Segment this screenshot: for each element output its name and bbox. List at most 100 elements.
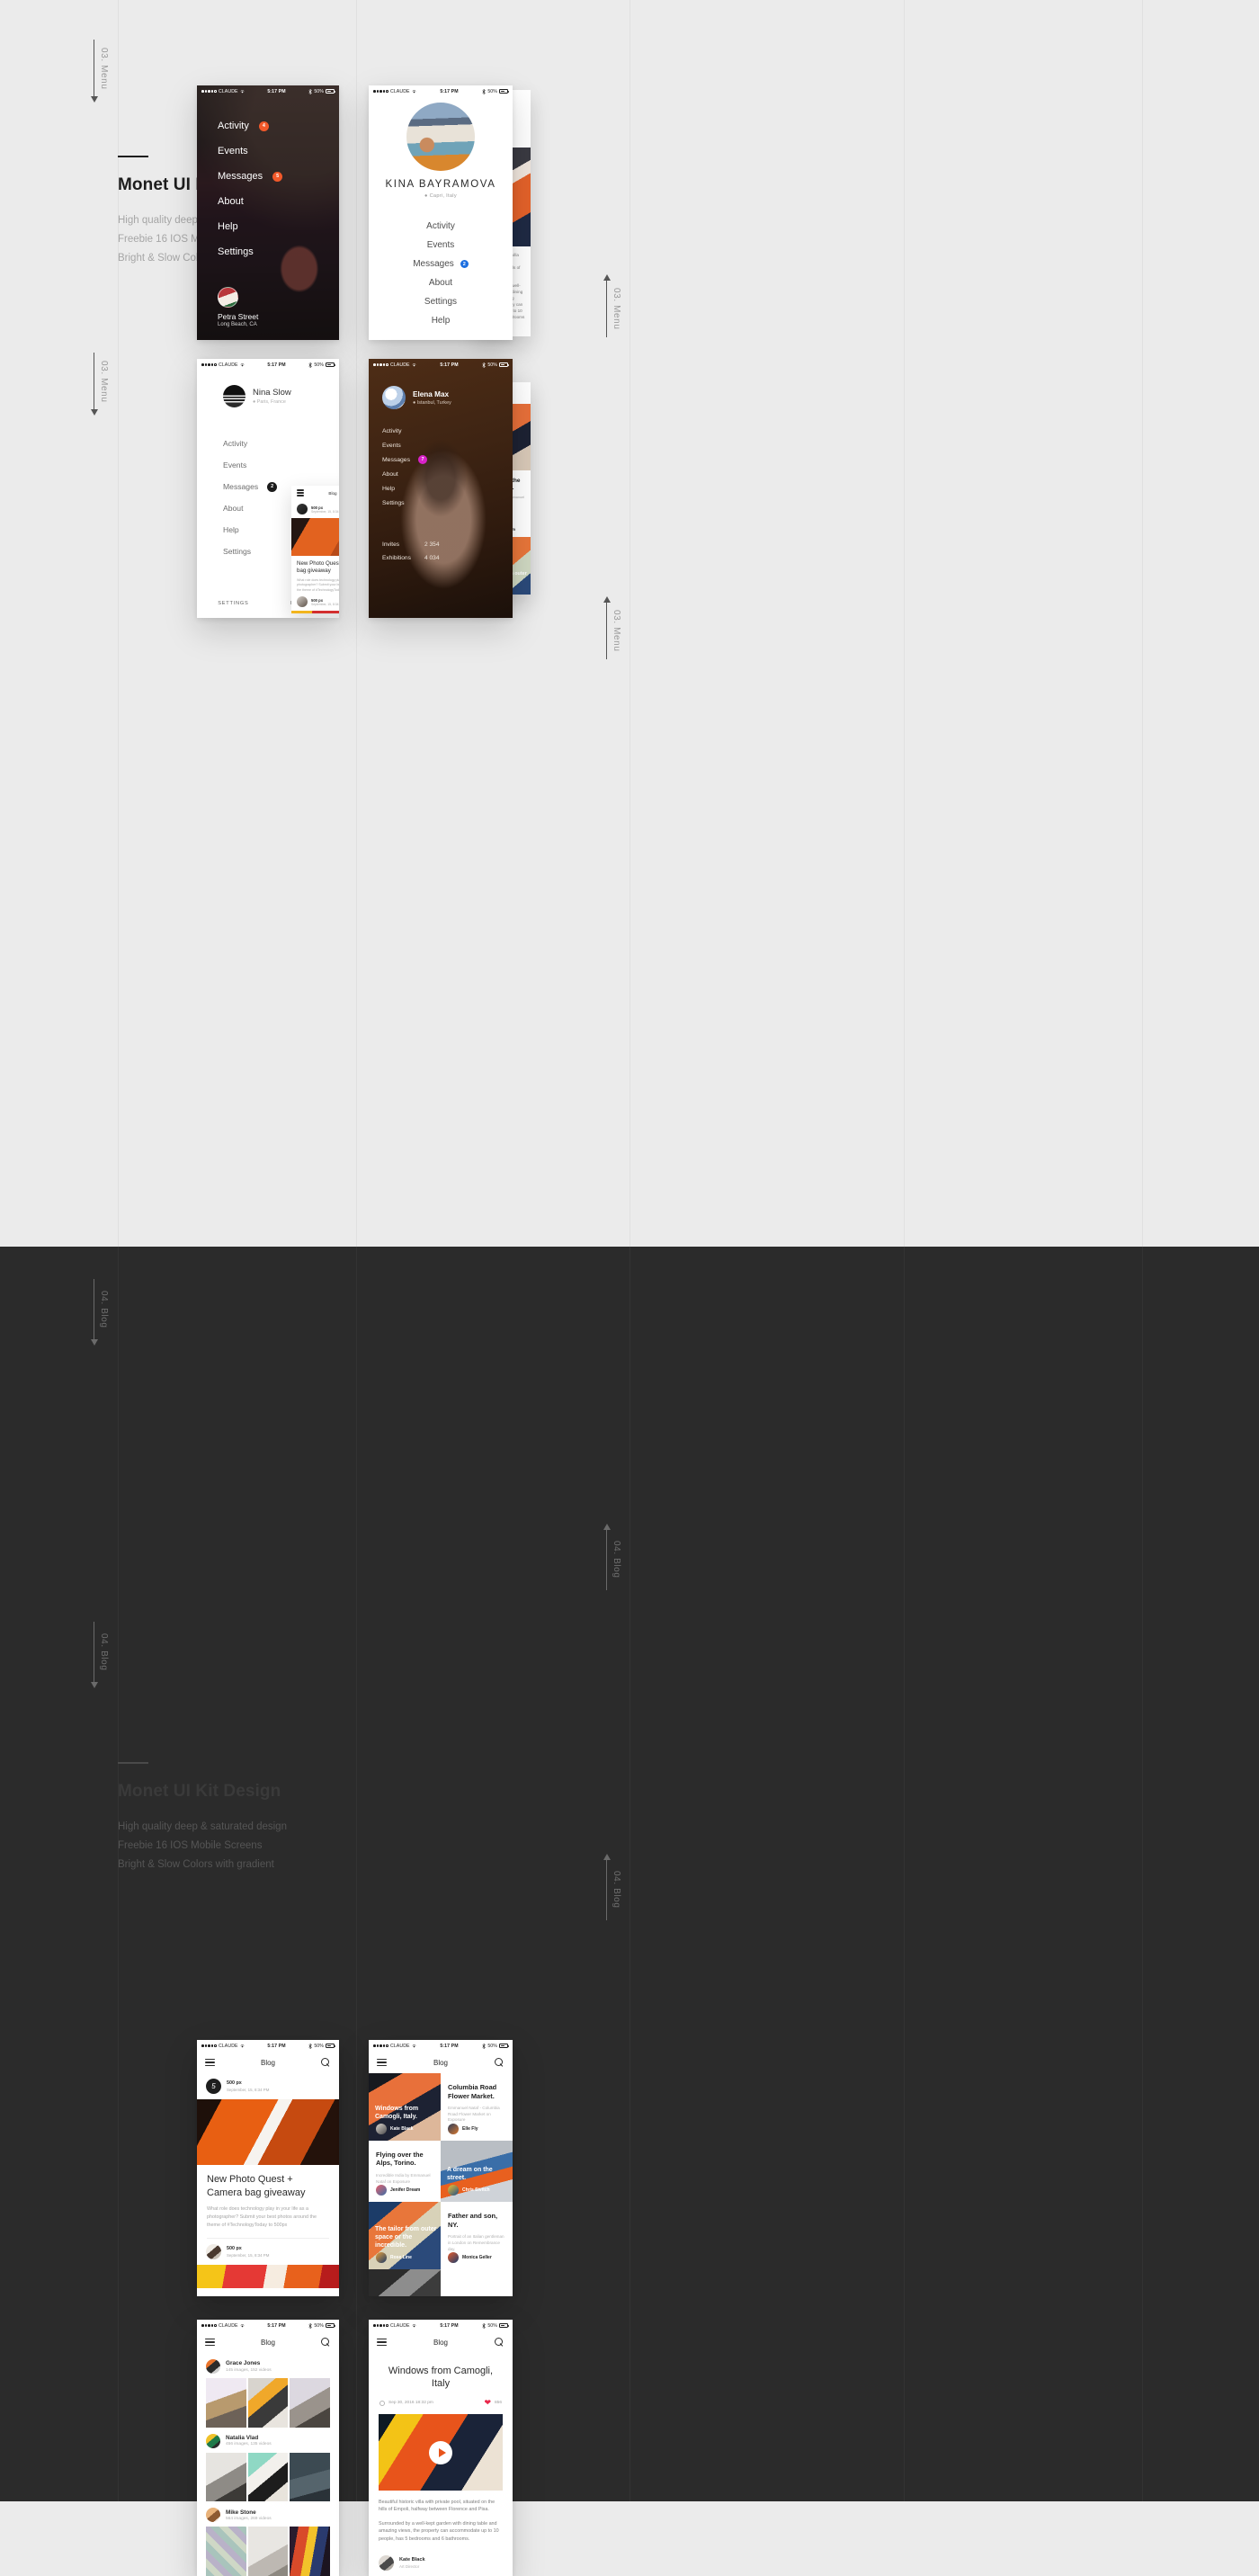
blog-card-8[interactable]: [441, 2269, 513, 2296]
menu-label[interactable]: About: [218, 196, 244, 207]
gallery-thumb[interactable]: [247, 2452, 289, 2502]
gallery-strip-2[interactable]: [197, 2452, 339, 2502]
menu-label[interactable]: Settings: [382, 500, 405, 506]
blog-card-6[interactable]: Father and son, NY. Portrait of an Itali…: [441, 2202, 513, 2270]
menu-item-activity[interactable]: Activity: [369, 217, 513, 236]
hamburger-icon[interactable]: [377, 2338, 387, 2347]
menu-label[interactable]: Help: [432, 316, 451, 326]
menu-item-activity[interactable]: Activity 4: [218, 113, 339, 139]
gallery-user-1[interactable]: Grace Jones 145 images, 152 videos: [197, 2353, 339, 2378]
gallery-strip-3[interactable]: [197, 2527, 339, 2576]
blog-card-4[interactable]: A dream on the street. Chris Sivitch: [441, 2140, 513, 2203]
settings-button[interactable]: SETTINGS: [218, 601, 248, 606]
gallery-thumb[interactable]: [206, 2452, 246, 2502]
menu-item-about[interactable]: About: [218, 189, 339, 214]
gallery-thumb[interactable]: [290, 2452, 330, 2502]
gallery-thumb[interactable]: [290, 2378, 330, 2428]
profile-header[interactable]: Nina Slow ● Paris, France: [197, 371, 339, 407]
like-counter[interactable]: ❤ 856: [484, 2399, 502, 2407]
article-title: Windows from Camogli, Italy: [388, 2366, 494, 2389]
gallery-thumb[interactable]: [247, 2527, 289, 2576]
hamburger-icon[interactable]: [297, 489, 304, 496]
menu-item-settings[interactable]: Settings: [369, 292, 513, 311]
search-icon[interactable]: [321, 2337, 331, 2348]
grid-line: [904, 1247, 905, 2501]
menu-item-activity[interactable]: Activity: [223, 433, 339, 454]
menu-label[interactable]: Activity: [223, 439, 247, 448]
gallery-strip-1[interactable]: [197, 2378, 339, 2428]
gallery-user-2[interactable]: Natalia Vlad 456 images, 135 videos: [197, 2428, 339, 2453]
nav-bar: Blog: [197, 2331, 339, 2353]
search-icon[interactable]: [495, 2337, 504, 2348]
menu-item-events[interactable]: Events: [382, 438, 513, 452]
menu-item-help[interactable]: Help: [369, 311, 513, 330]
menu-label[interactable]: Events: [218, 146, 248, 157]
search-icon[interactable]: [495, 2057, 504, 2068]
menu-label[interactable]: Messages: [382, 457, 410, 463]
menu-label[interactable]: About: [382, 471, 398, 478]
post-title: New Photo Quest + Camera bag giveaway: [297, 560, 339, 575]
post-date: September, 15, 8:34 PM: [311, 509, 339, 514]
menu-item-about[interactable]: About: [369, 273, 513, 292]
menu-label[interactable]: Messages: [223, 482, 258, 491]
hamburger-icon[interactable]: [377, 2058, 387, 2067]
menu-item-activity[interactable]: Activity: [382, 424, 513, 438]
signal-dots-icon: [201, 2044, 217, 2047]
menu-label[interactable]: Events: [427, 240, 455, 250]
menu-item-help[interactable]: Help: [382, 481, 513, 496]
menu-label[interactable]: About: [223, 504, 243, 513]
menu-label[interactable]: Activity: [426, 221, 455, 231]
menu-item-messages[interactable]: Messages 7: [382, 452, 513, 467]
hamburger-icon[interactable]: [205, 2058, 215, 2067]
battery-label: 50%: [487, 2043, 497, 2049]
menu-item-settings[interactable]: Settings: [382, 496, 513, 510]
menu-label[interactable]: Messages: [413, 259, 454, 269]
heart-icon: ❤: [484, 2398, 491, 2407]
menu-item-events[interactable]: Events: [223, 454, 339, 476]
article-video[interactable]: [379, 2414, 503, 2491]
gallery-user-3[interactable]: Mike Stone 564 images, 269 videos: [197, 2501, 339, 2527]
post-author: 500 px: [227, 2246, 242, 2252]
menu-label[interactable]: Events: [223, 461, 246, 470]
blog-card-7[interactable]: [369, 2269, 441, 2296]
search-icon[interactable]: [321, 2057, 331, 2068]
menu-item-settings[interactable]: Settings: [218, 239, 339, 264]
profile-header[interactable]: Elena Max ● Istanbul, Turkey: [369, 371, 513, 409]
article-author[interactable]: Kate Black Art Director: [369, 2543, 513, 2572]
profile-block[interactable]: Petra Street Long Beach, CA: [218, 287, 258, 327]
menu-item-events[interactable]: Events: [369, 236, 513, 255]
menu-label[interactable]: Activity: [382, 428, 402, 434]
gallery-thumb[interactable]: [290, 2527, 330, 2576]
menu-label[interactable]: Events: [382, 443, 401, 449]
menu-label[interactable]: Settings: [424, 297, 457, 307]
menu-item-about[interactable]: About: [382, 467, 513, 481]
menu-label[interactable]: About: [429, 278, 452, 288]
menu-item-events[interactable]: Events: [218, 139, 339, 164]
user-meta: 145 images, 152 videos: [226, 2367, 272, 2373]
blog-card-2[interactable]: Columbia Road Flower Market. Emmanuel Na…: [441, 2073, 513, 2141]
phone-blog-grid: CLAUDE 5:17 PM 50% Blog Windows from Cam…: [369, 2040, 513, 2296]
gallery-thumb[interactable]: [206, 2527, 246, 2576]
play-icon[interactable]: [429, 2440, 452, 2464]
blog-card-3[interactable]: Flying over the Alps, Torino. Incredible…: [369, 2140, 441, 2203]
gallery-thumb[interactable]: [247, 2378, 289, 2428]
menu-item-messages[interactable]: Messages 2: [369, 255, 513, 273]
hamburger-icon[interactable]: [205, 2338, 215, 2347]
menu-label[interactable]: Help: [382, 486, 395, 492]
menu-label[interactable]: Help: [223, 525, 239, 534]
carrier-label: CLAUDE: [389, 2043, 410, 2049]
menu-item-messages[interactable]: Messages 5: [218, 164, 339, 189]
menu-item-help[interactable]: Help: [218, 214, 339, 239]
menu-label[interactable]: Settings: [218, 246, 254, 257]
menu-label[interactable]: Activity: [218, 121, 249, 131]
menu-label[interactable]: Help: [218, 221, 238, 232]
gallery-thumb[interactable]: [206, 2378, 246, 2428]
clock-label: 5:17 PM: [440, 88, 459, 94]
post-image-2[interactable]: [197, 2265, 339, 2288]
blog-card-5[interactable]: The tailor from outer space or the incre…: [369, 2202, 441, 2270]
blog-card-1[interactable]: Windows from Camogli, Italy. Kate Black: [369, 2073, 441, 2141]
menu-label[interactable]: Messages: [218, 171, 263, 182]
menu-label[interactable]: Settings: [223, 547, 251, 556]
menu-list: Activity Events Messages 2 About Settings…: [369, 217, 513, 330]
post-image[interactable]: [197, 2099, 339, 2165]
